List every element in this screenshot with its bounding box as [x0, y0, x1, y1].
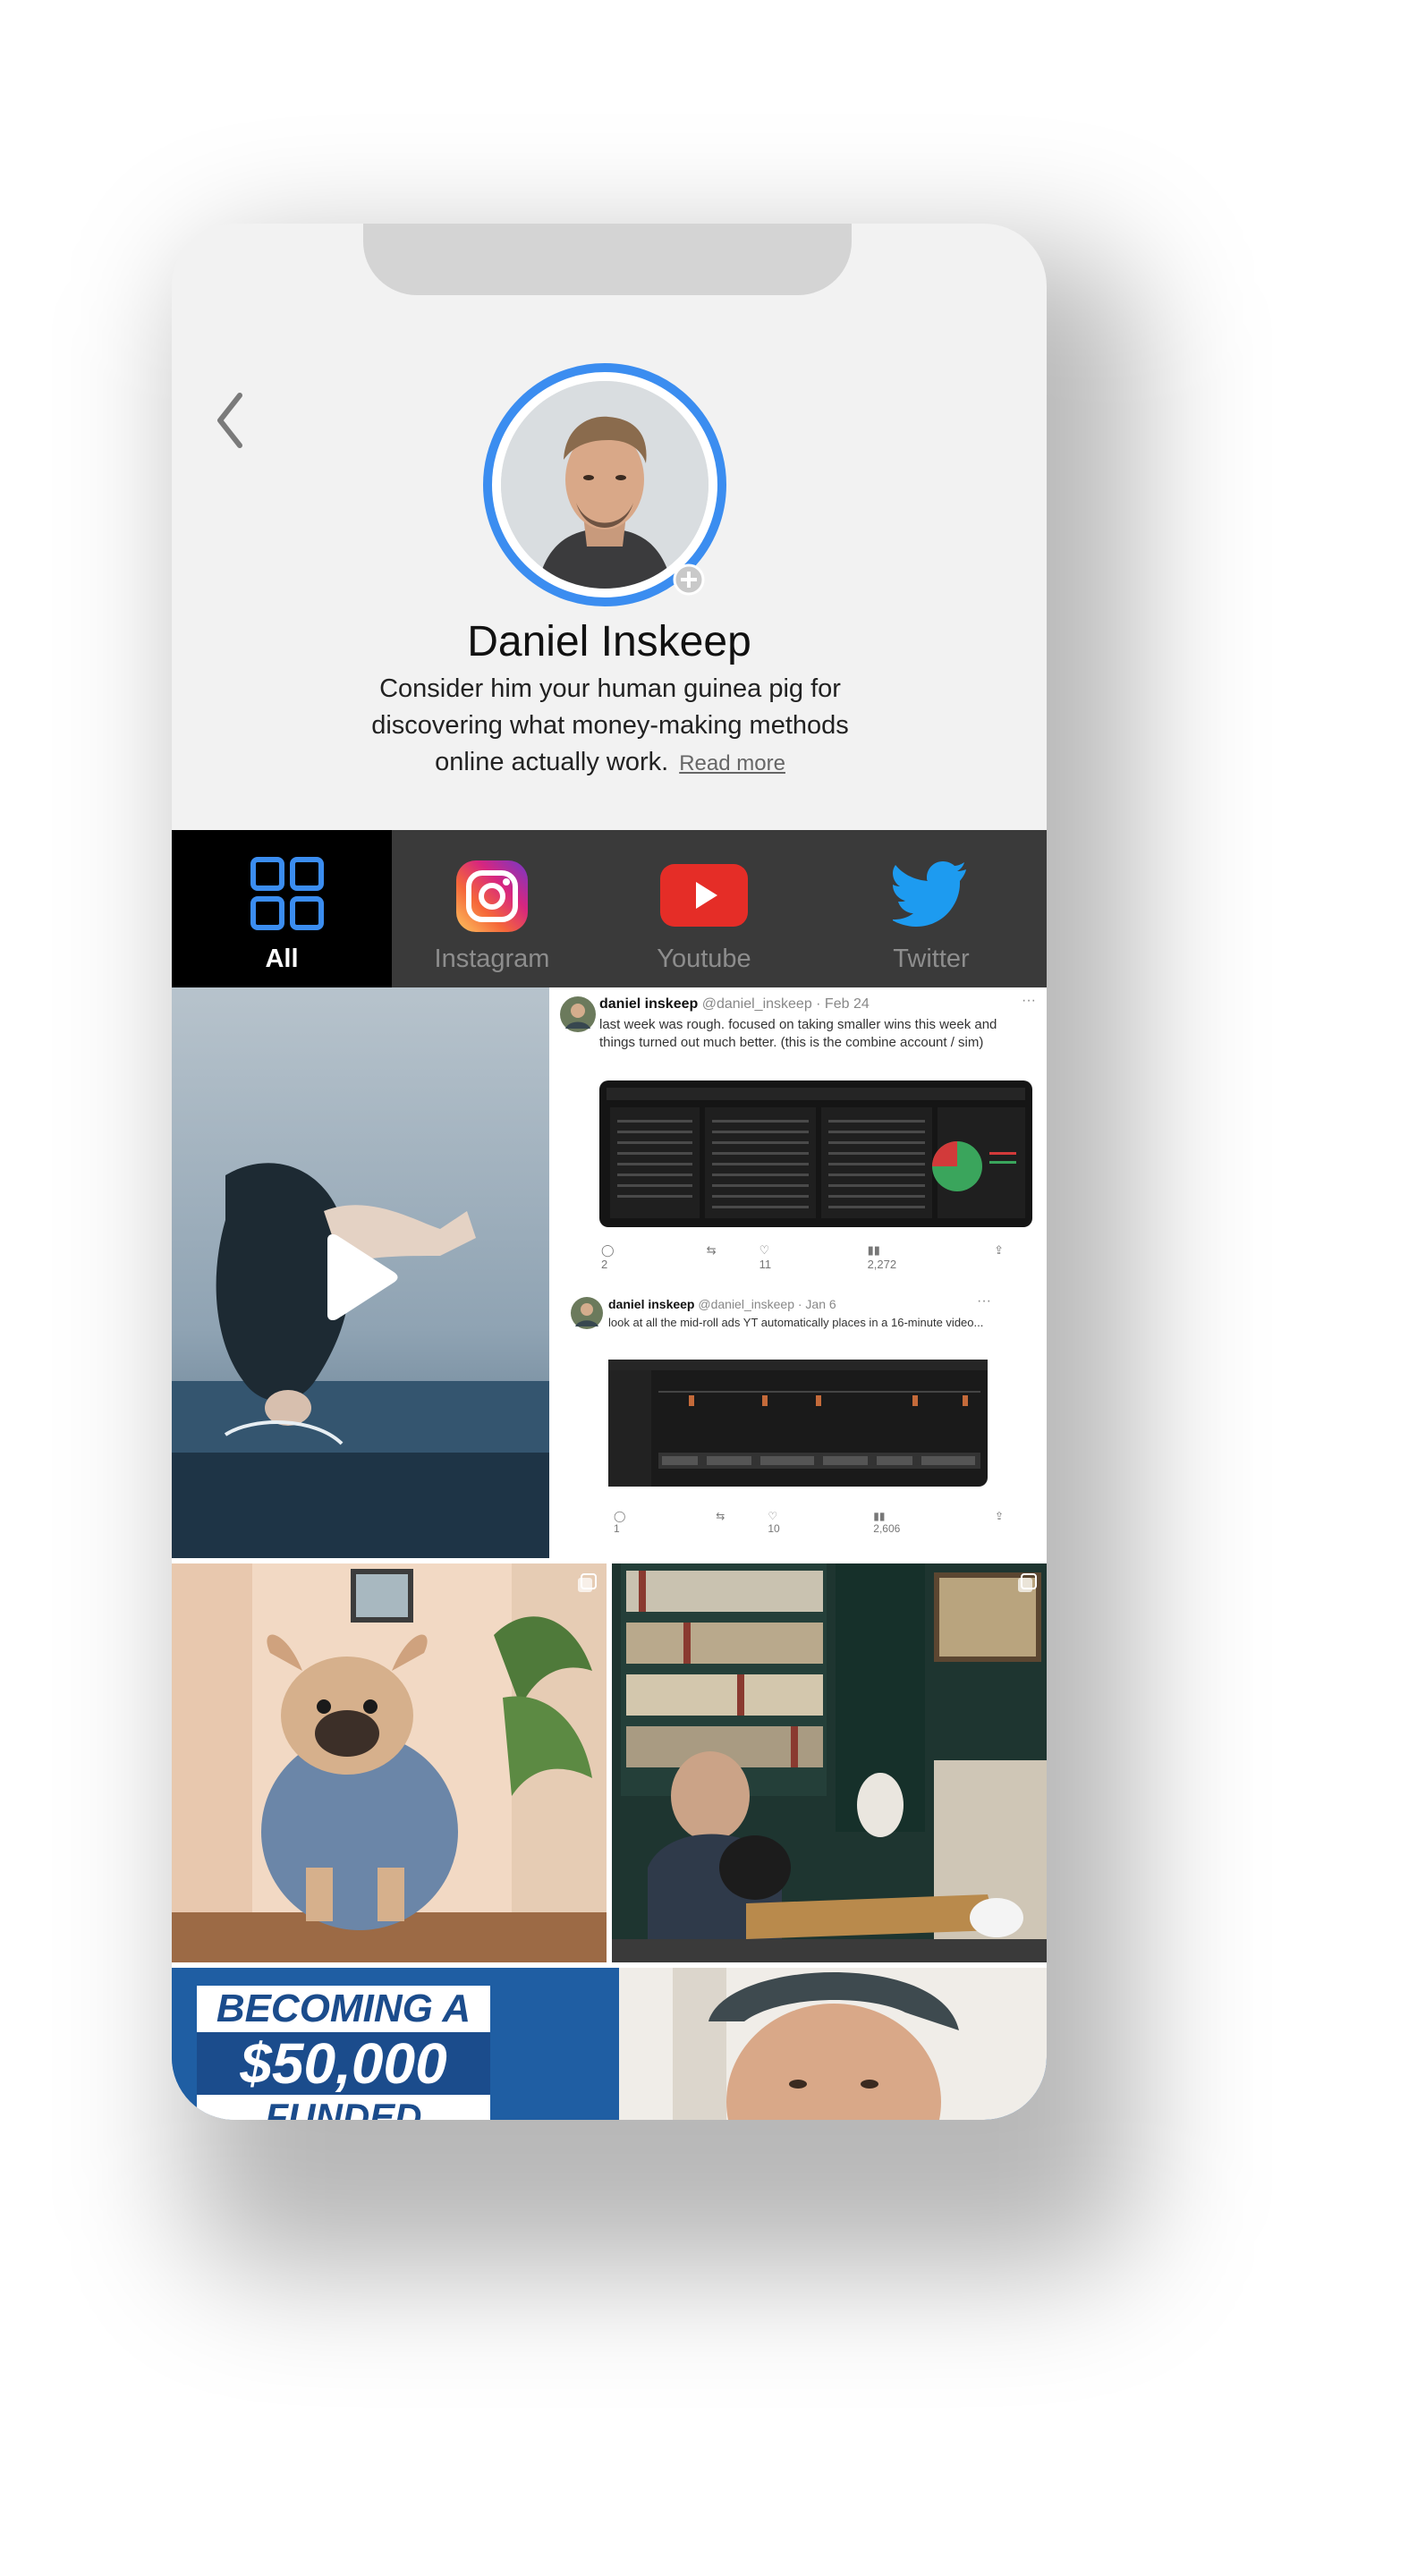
tweet-avatar [571, 1297, 603, 1329]
thumbnail-line-2: $50,000 [197, 2032, 490, 2095]
tweet-text: look at all the mid-roll ads YT automati… [608, 1316, 984, 1329]
reply-count[interactable]: ◯ 1 [614, 1510, 673, 1535]
thumbnail-line-1: BECOMING A [197, 1986, 490, 2032]
profile-name: Daniel Inskeep [467, 618, 751, 665]
instagram-photo-post-bookshelf[interactable] [612, 1563, 1047, 1962]
twitter-icon [893, 861, 966, 927]
tab-all[interactable]: All [172, 830, 392, 987]
youtube-icon [660, 864, 748, 927]
tab-twitter[interactable]: Twitter [816, 830, 1047, 987]
tweet-handle: @daniel_inskeep · Feb 24 [701, 996, 870, 1012]
dog-photo [172, 1563, 607, 1962]
tab-youtube-label: Youtube [657, 945, 751, 973]
like-count[interactable]: ♡ 10 [768, 1510, 830, 1535]
tweet-card[interactable]: daniel inskeep @daniel_inskeep · Feb 24 … [551, 987, 1047, 1274]
grid-icon [250, 857, 324, 930]
tweet-handle: @daniel_inskeep · Jan 6 [698, 1297, 836, 1311]
twitter-feed-panel: daniel inskeep @daniel_inskeep · Feb 24 … [551, 987, 1047, 1558]
share-icon[interactable]: ⇪ [995, 1510, 1004, 1535]
read-more-link[interactable]: Read more [679, 751, 785, 775]
retweet-icon[interactable]: ⇆ [707, 1243, 717, 1271]
instagram-photo-post-dog[interactable] [172, 1563, 607, 1962]
share-icon[interactable]: ⇪ [994, 1243, 1004, 1271]
multi-image-icon [578, 1573, 597, 1592]
tab-twitter-label: Twitter [893, 945, 970, 973]
reply-count[interactable]: ◯ 2 [601, 1243, 664, 1271]
tweet-author: daniel inskeep [599, 996, 699, 1012]
avatar [501, 381, 708, 589]
instagram-video-post[interactable] [172, 987, 549, 1558]
add-plus-icon[interactable] [671, 562, 707, 597]
content-grid: daniel inskeep @daniel_inskeep · Feb 24 … [172, 987, 1047, 2120]
more-icon[interactable]: ··· [977, 1293, 991, 1309]
back-button[interactable] [204, 385, 258, 456]
tweet-avatar [560, 996, 596, 1032]
youtube-video-post[interactable]: BECOMING A $50,000 FUNDED TRADER [172, 1968, 1047, 2120]
tweet-image-video-editor[interactable] [608, 1360, 988, 1487]
tweet-image-dashboard[interactable] [599, 1080, 1032, 1227]
tweet-actions: ◯ 1 ⇆ ♡ 10 ▮▮ 2,606 ⇪ [614, 1510, 1047, 1535]
play-icon[interactable] [318, 1234, 399, 1320]
more-icon[interactable]: ··· [1022, 993, 1036, 1009]
tweet-author: daniel inskeep [608, 1297, 695, 1311]
multi-image-icon [1018, 1573, 1037, 1592]
phone-frame: Daniel Inskeep Consider him your human g… [172, 224, 1047, 2120]
tab-all-label: All [265, 945, 299, 973]
thumbnail-line-3: FUNDED TRADER [197, 2095, 490, 2120]
tweet-card[interactable]: daniel inskeep @daniel_inskeep · Jan 6 ·… [551, 1283, 1047, 1551]
platform-tab-bar: All Instagram Youtube Twitter [172, 830, 1047, 987]
chevron-left-icon [217, 393, 242, 448]
view-count[interactable]: ▮▮ 2,272 [868, 1243, 952, 1271]
profile-bio: Consider him your human guinea pig for d… [342, 671, 878, 782]
tab-youtube[interactable]: Youtube [592, 830, 816, 987]
tweet-actions: ◯ 2 ⇆ ♡ 11 ▮▮ 2,272 ⇪ [601, 1243, 1047, 1271]
like-count[interactable]: ♡ 11 [759, 1243, 825, 1271]
retweet-icon[interactable]: ⇆ [716, 1510, 725, 1535]
view-count[interactable]: ▮▮ 2,606 [873, 1510, 952, 1535]
tab-instagram[interactable]: Instagram [392, 830, 592, 987]
tab-instagram-label: Instagram [434, 945, 550, 973]
instagram-icon [456, 860, 528, 932]
tweet-text: last week was rough. focused on taking s… [599, 1017, 997, 1050]
thumbnail-title-banner: BECOMING A $50,000 FUNDED TRADER [197, 1986, 490, 2120]
phone-notch [363, 224, 852, 295]
bookshelf-photo [612, 1563, 1047, 1962]
